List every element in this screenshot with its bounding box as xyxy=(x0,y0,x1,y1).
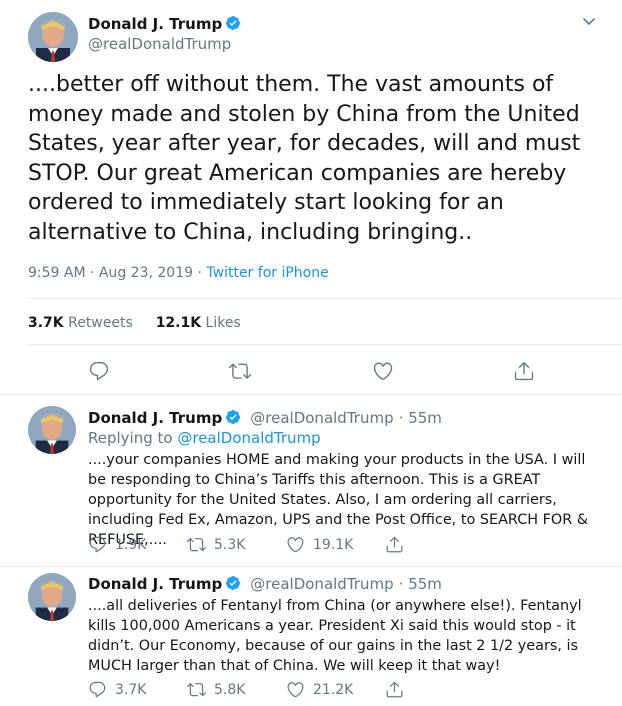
divider xyxy=(0,394,622,395)
share-button[interactable] xyxy=(385,535,404,554)
reply-header: Donald J. Trump @realDonaldTrump · 55m xyxy=(88,574,442,593)
author-handle[interactable]: @realDonaldTrump xyxy=(88,35,231,53)
retweet-button[interactable] xyxy=(229,360,251,382)
reply-count: 3.7K xyxy=(115,681,147,698)
verified-badge-icon xyxy=(226,410,241,424)
avatar[interactable] xyxy=(28,12,78,62)
author-handle[interactable]: @realDonaldTrump xyxy=(250,575,393,593)
like-count: 21.2K xyxy=(313,681,354,698)
reply-count: 1.9K xyxy=(115,536,147,553)
author-name[interactable]: Donald J. Trump xyxy=(88,409,222,427)
replying-to: Replying to @realDonaldTrump xyxy=(88,429,321,447)
share-button[interactable] xyxy=(513,360,535,382)
like-button[interactable]: 21.2K xyxy=(286,680,353,699)
like-button[interactable]: 19.1K xyxy=(286,535,353,554)
retweet-count: 5.8K xyxy=(214,681,246,698)
replying-to-handle[interactable]: @realDonaldTrump xyxy=(177,429,320,447)
author-name[interactable]: Donald J. Trump xyxy=(88,15,241,33)
tweet-meta: 9:59 AM · Aug 23, 2019 · Twitter for iPh… xyxy=(28,265,329,281)
like-icon xyxy=(287,682,304,698)
author-name[interactable]: Donald J. Trump xyxy=(88,575,222,593)
retweet-button[interactable]: 5.8K xyxy=(187,680,245,699)
meta-separator: · xyxy=(197,265,202,281)
avatar[interactable] xyxy=(28,406,76,454)
divider xyxy=(28,344,622,345)
share-button[interactable] xyxy=(385,680,404,699)
like-button[interactable] xyxy=(372,360,394,382)
tweet-stats: 3.7K Retweets 12.1K Likes xyxy=(28,315,241,331)
tweet-text: ....better off without them. The vast am… xyxy=(28,72,581,245)
like-icon xyxy=(287,537,304,553)
reply-header: Donald J. Trump @realDonaldTrump · 55m xyxy=(88,408,442,427)
share-icon xyxy=(386,536,403,553)
reply-button[interactable] xyxy=(88,360,110,382)
tweet-timestamp[interactable]: 9:59 AM · Aug 23, 2019 xyxy=(28,265,193,281)
reply-icon xyxy=(89,681,106,698)
verified-badge-icon xyxy=(226,16,241,30)
tweet-source[interactable]: Twitter for iPhone xyxy=(206,265,328,281)
retweet-button[interactable]: 5.3K xyxy=(187,535,245,554)
author-handle[interactable]: @realDonaldTrump xyxy=(250,409,393,427)
reply-button[interactable]: 1.9K xyxy=(88,535,146,554)
reply-text: ....all deliveries of Fentanyl from Chin… xyxy=(88,598,582,674)
reply-timestamp[interactable]: · 55m xyxy=(399,575,442,593)
reply-icon xyxy=(89,362,109,381)
share-icon xyxy=(514,362,534,381)
share-icon xyxy=(386,681,403,698)
retweet-icon xyxy=(229,363,251,379)
divider xyxy=(28,298,622,299)
avatar[interactable] xyxy=(28,573,76,621)
like-icon xyxy=(373,362,393,380)
reply-button[interactable]: 3.7K xyxy=(88,680,146,699)
retweet-icon xyxy=(187,538,206,552)
likes-stat[interactable]: 12.1K Likes xyxy=(156,315,241,331)
caret-down-icon[interactable] xyxy=(581,13,597,29)
reply-timestamp[interactable]: · 55m xyxy=(399,409,442,427)
retweet-icon xyxy=(187,683,206,697)
reply-icon xyxy=(89,536,106,553)
divider xyxy=(0,566,622,567)
retweets-stat[interactable]: 3.7K Retweets xyxy=(28,315,133,331)
retweet-count: 5.3K xyxy=(214,536,246,553)
verified-badge-icon xyxy=(226,576,241,590)
like-count: 19.1K xyxy=(313,536,354,553)
